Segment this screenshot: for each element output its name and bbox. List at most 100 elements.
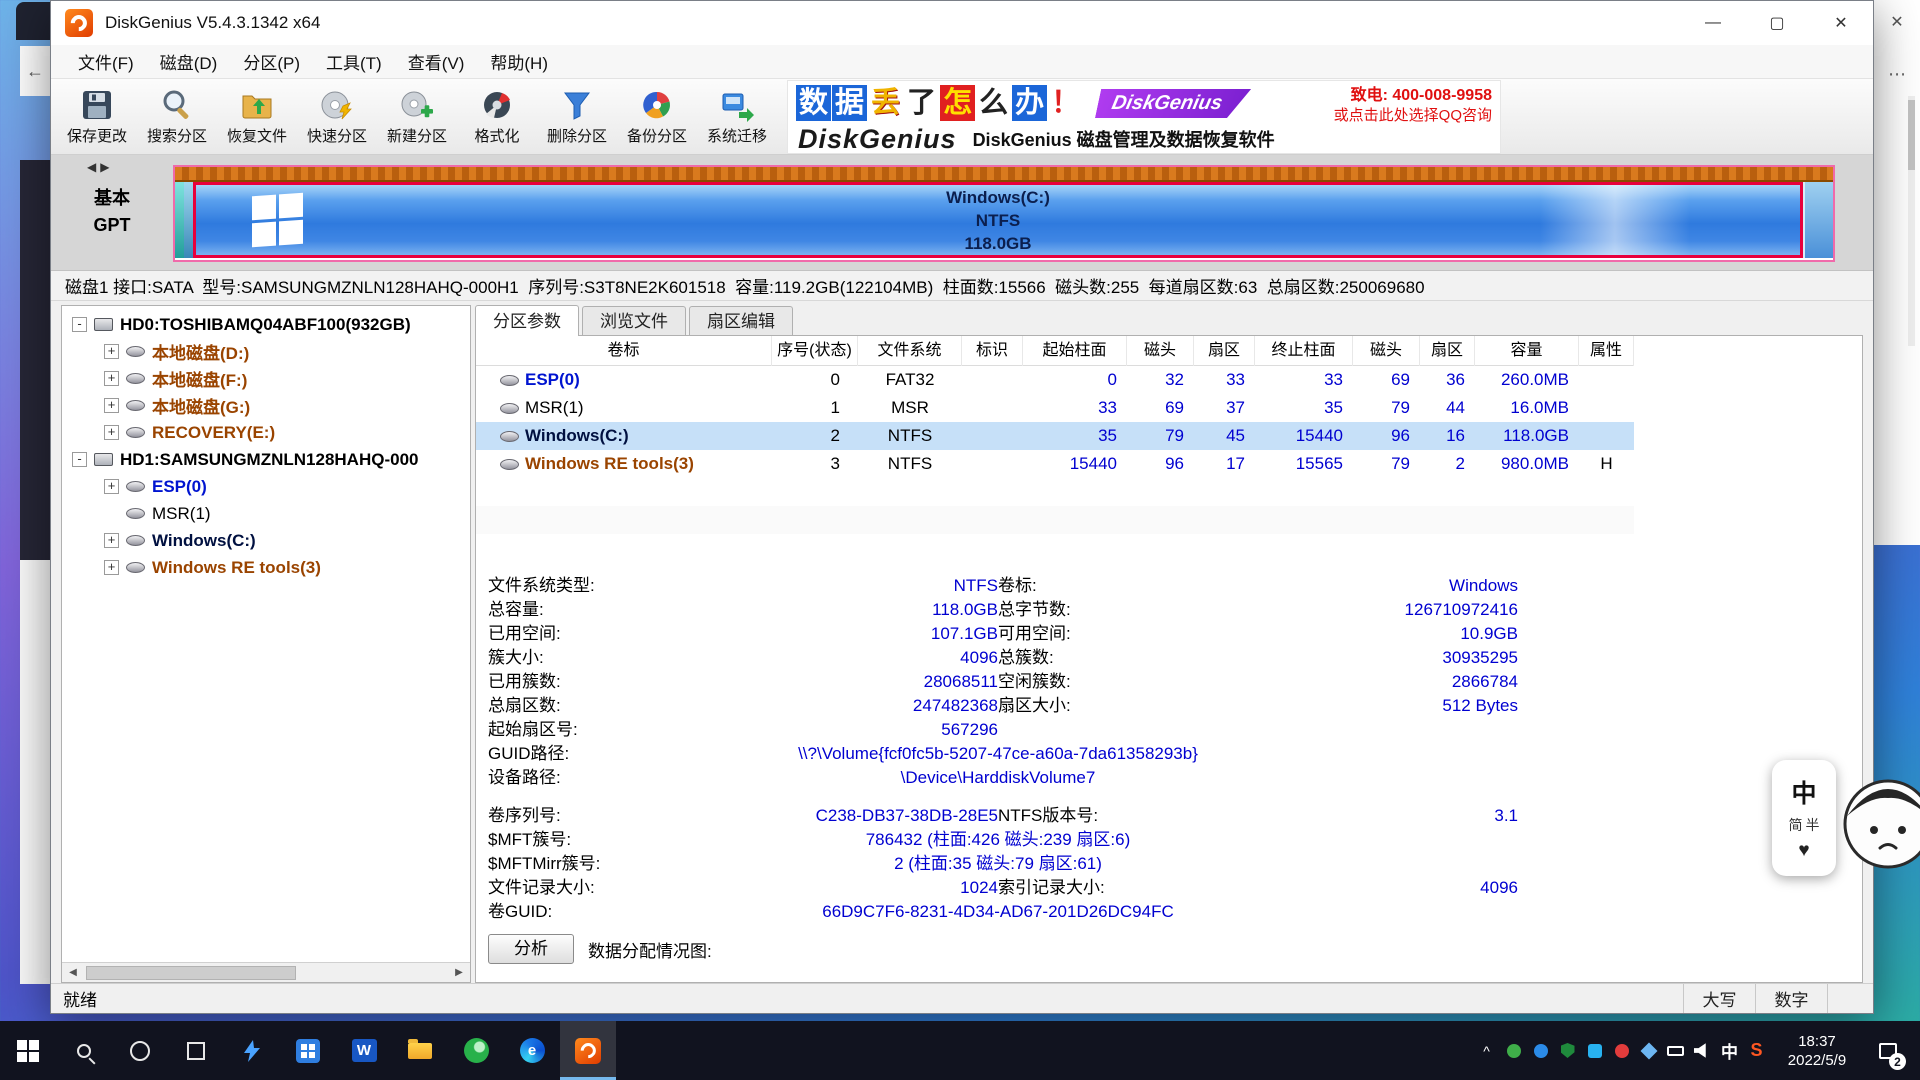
backup-partition-button[interactable]: 备份分区 (617, 79, 697, 154)
tree-item-windows-c[interactable]: +Windows(C:) (62, 527, 470, 554)
column-header[interactable]: 序号(状态) (772, 336, 858, 366)
quick-partition-button[interactable]: 快速分区 (297, 79, 377, 154)
tree-item-hd0[interactable]: -HD0:TOSHIBAMQ04ABF100(932GB) (62, 311, 470, 338)
tray-icon-qq[interactable] (1581, 1021, 1608, 1080)
app-store[interactable] (280, 1021, 336, 1080)
column-header[interactable]: 磁头 (1353, 336, 1420, 366)
save-changes-button[interactable]: 保存更改 (57, 79, 137, 154)
tray-icon-blue[interactable] (1527, 1021, 1554, 1080)
tree-item-local-disk-f[interactable]: +本地磁盘(F:) (62, 365, 470, 392)
ime-simplified-indicator[interactable]: 简 (1789, 815, 1803, 835)
tree-item-recovery-e[interactable]: +RECOVERY(E:) (62, 419, 470, 446)
column-header[interactable]: 终止柱面 (1255, 336, 1353, 366)
menu-disk[interactable]: 磁盘(D) (147, 45, 231, 78)
scrollbar-thumb[interactable] (86, 966, 296, 980)
column-header[interactable]: 扇区 (1420, 336, 1475, 366)
table-row-windows-c-selected[interactable]: Windows(C:) 2NTFS 357945 154409616 118.0… (476, 422, 1634, 450)
tray-icon-red[interactable] (1608, 1021, 1635, 1080)
tree-item-esp[interactable]: +ESP(0) (62, 473, 470, 500)
tray-icon-snowflake[interactable] (1635, 1021, 1662, 1080)
table-row-windows-re-tools[interactable]: Windows RE tools(3) 3NTFS 154409617 1556… (476, 450, 1634, 478)
sogou-input-icon[interactable]: S (1743, 1021, 1770, 1080)
menu-view[interactable]: 查看(V) (395, 45, 478, 78)
column-header[interactable]: 起始柱面 (1023, 336, 1127, 366)
tree-item-hd1[interactable]: -HD1:SAMSUNGMZNLN128HAHQ-000 (62, 446, 470, 473)
expand-icon[interactable]: + (104, 398, 119, 413)
app-edge[interactable]: e (504, 1021, 560, 1080)
tree-horizontal-scrollbar[interactable]: ◀ ▶ (62, 962, 470, 982)
partition-nav-arrows[interactable]: ◀▶ (87, 160, 113, 174)
promo-banner[interactable]: 数据丢了怎么办！ DiskGenius 致电: 400-008-9958 或点击… (787, 80, 1501, 154)
search-partition-button[interactable]: 搜索分区 (137, 79, 217, 154)
maximize-button[interactable]: ▢ (1745, 1, 1809, 45)
tree-item-windows-re-tools[interactable]: +Windows RE tools(3) (62, 554, 470, 581)
cortana-button[interactable] (112, 1021, 168, 1080)
delete-partition-button[interactable]: 删除分区 (537, 79, 617, 154)
tab-browse-files[interactable]: 浏览文件 (582, 306, 686, 335)
scroll-right-icon[interactable]: ▶ (448, 967, 470, 978)
table-row-esp[interactable]: ESP(0) 0FAT32 03233 336936 260.0MB (476, 366, 1634, 394)
scroll-left-icon[interactable]: ◀ (62, 967, 84, 978)
format-button[interactable]: 格式化 (457, 79, 537, 154)
collapse-icon[interactable]: - (72, 452, 87, 467)
close-button[interactable]: ✕ (1809, 1, 1873, 45)
tab-partition-params[interactable]: 分区参数 (475, 305, 579, 336)
start-button[interactable] (0, 1021, 56, 1080)
analyze-button[interactable]: 分析 (488, 934, 574, 964)
action-center-button[interactable]: 2 (1864, 1021, 1912, 1080)
app-file-explorer[interactable] (392, 1021, 448, 1080)
expand-icon[interactable]: + (104, 425, 119, 440)
promo-qq-link[interactable]: 或点击此处选择QQ咨询 (1334, 106, 1492, 125)
nav-right-icon[interactable]: ▶ (100, 160, 113, 174)
tray-icon-shield[interactable] (1554, 1021, 1581, 1080)
expand-icon[interactable]: + (104, 560, 119, 575)
minimize-button[interactable]: — (1681, 1, 1745, 45)
column-header[interactable]: 容量 (1475, 336, 1579, 366)
column-header[interactable]: 文件系统 (858, 336, 962, 366)
ime-language-indicator[interactable]: 中 (1716, 1021, 1743, 1080)
ime-chinese-indicator[interactable]: 中 (1791, 774, 1816, 810)
app-thunder[interactable] (224, 1021, 280, 1080)
menu-tools[interactable]: 工具(T) (313, 45, 395, 78)
partition-segment-re-tools[interactable] (1803, 182, 1833, 258)
tree-item-local-disk-g[interactable]: +本地磁盘(G:) (62, 392, 470, 419)
menu-partition[interactable]: 分区(P) (230, 45, 313, 78)
ime-status-box[interactable]: 中 简半 ♥ (1772, 760, 1836, 876)
partition-segment-esp[interactable] (175, 182, 184, 258)
menu-help[interactable]: 帮助(H) (477, 45, 561, 78)
tray-icon-battery[interactable] (1662, 1021, 1689, 1080)
expand-icon[interactable]: + (104, 371, 119, 386)
task-view-button[interactable] (168, 1021, 224, 1080)
hidden-icons-button[interactable]: ^ (1473, 1021, 1500, 1080)
app-word[interactable]: W (336, 1021, 392, 1080)
column-header[interactable]: 卷标 (476, 336, 772, 366)
app-diskgenius-active[interactable] (560, 1021, 616, 1080)
taskbar-clock[interactable]: 18:37 2022/5/9 (1770, 1032, 1864, 1070)
table-row-msr[interactable]: MSR(1) 1MSR 336937 357944 16.0MB (476, 394, 1634, 422)
menu-file[interactable]: 文件(F) (65, 45, 147, 78)
tab-sector-editor[interactable]: 扇区编辑 (689, 306, 793, 335)
column-header[interactable]: 扇区 (1194, 336, 1255, 366)
column-header[interactable]: 磁头 (1127, 336, 1194, 366)
volume-button[interactable] (1689, 1021, 1716, 1080)
taskbar-search-button[interactable] (56, 1021, 112, 1080)
tree-item-msr[interactable]: MSR(1) (62, 500, 470, 527)
ime-floating-widget[interactable]: 中 简半 ♥ (1772, 760, 1920, 877)
expand-icon[interactable]: + (104, 344, 119, 359)
ime-halfwidth-indicator[interactable]: 半 (1806, 815, 1820, 835)
column-header[interactable]: 标识 (962, 336, 1023, 366)
tray-icon-green[interactable] (1500, 1021, 1527, 1080)
nav-left-icon[interactable]: ◀ (87, 160, 100, 174)
expand-icon[interactable]: + (104, 479, 119, 494)
column-header[interactable]: 属性 (1579, 336, 1634, 366)
collapse-icon[interactable]: - (72, 317, 87, 332)
tree-item-local-disk-d[interactable]: +本地磁盘(D:) (62, 338, 470, 365)
heart-icon[interactable]: ♥ (1798, 840, 1809, 862)
app-green-browser[interactable] (448, 1021, 504, 1080)
new-partition-button[interactable]: 新建分区 (377, 79, 457, 154)
partition-segment-windows-c[interactable]: Windows(C:) NTFS 118.0GB (193, 182, 1803, 258)
expand-icon[interactable]: + (104, 533, 119, 548)
partition-segment-msr[interactable] (184, 182, 193, 258)
system-migration-button[interactable]: 系统迁移 (697, 79, 777, 154)
recover-files-button[interactable]: 恢复文件 (217, 79, 297, 154)
